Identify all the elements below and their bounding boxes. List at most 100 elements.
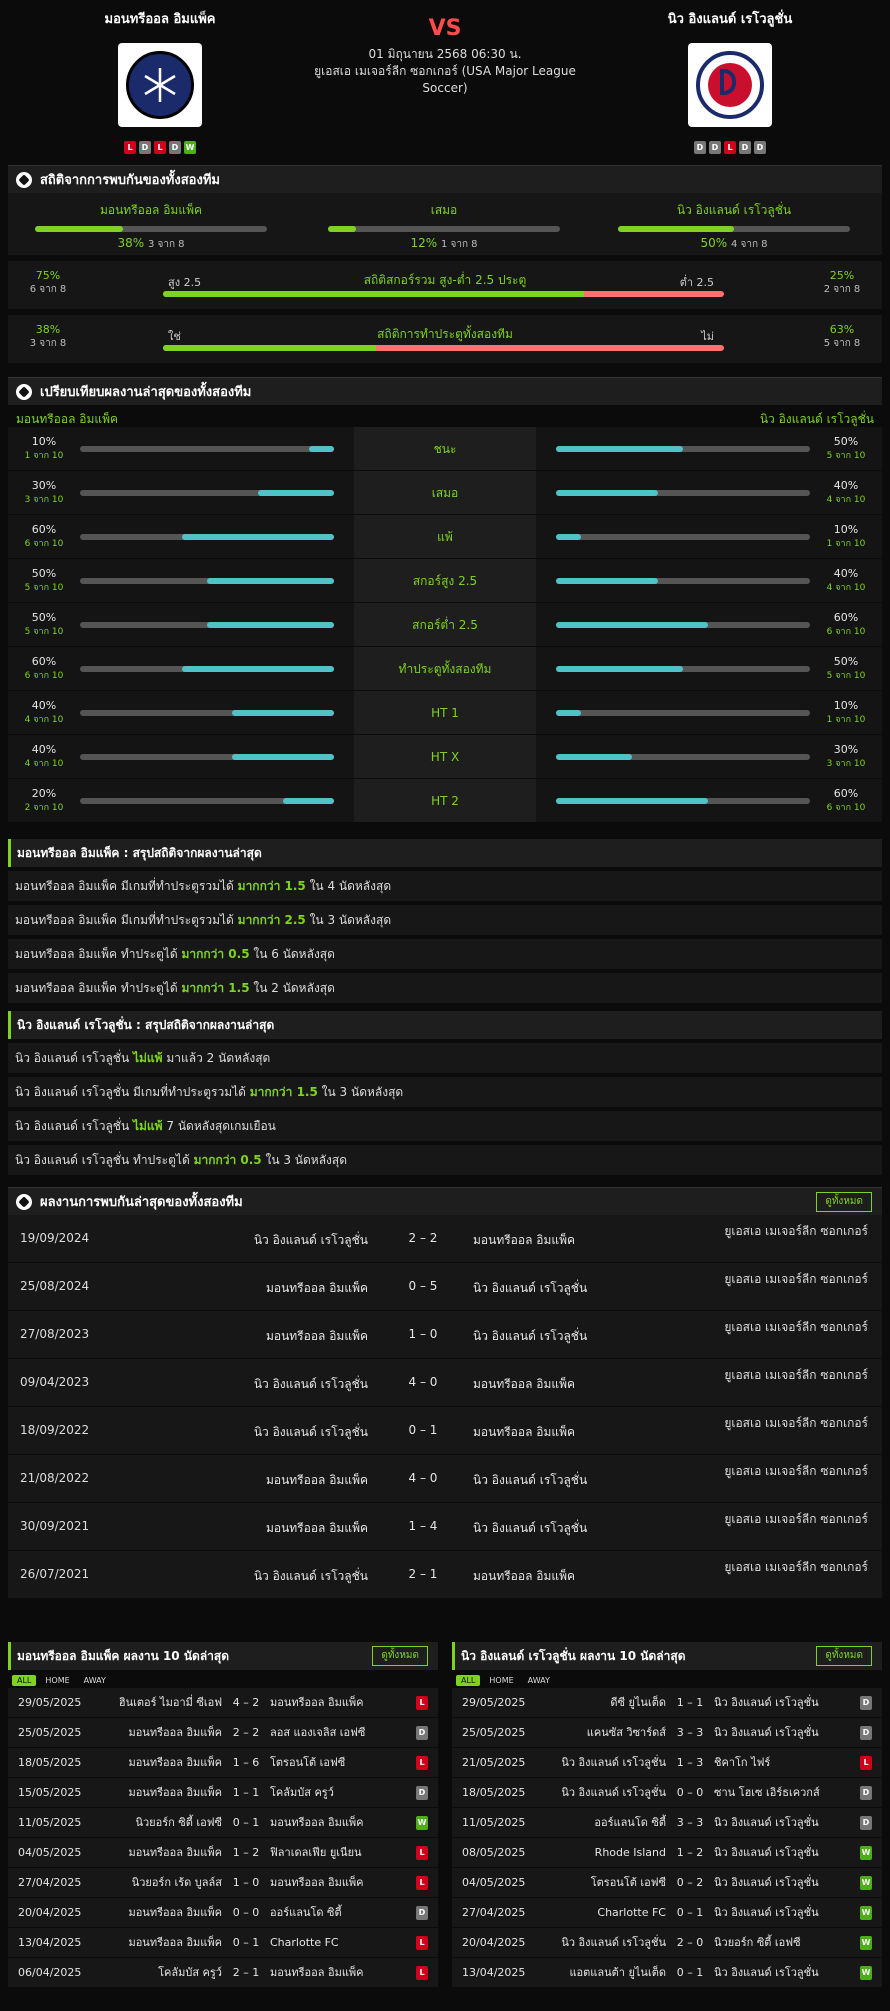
home-pct: 50% 5 จาก 10	[24, 567, 64, 593]
home-last10-header: มอนทรีออล อิมแพ็ค ผลงาน 10 นัดล่าสุด ดูท…	[8, 1642, 438, 1670]
match-row[interactable]: 08/05/2025 Rhode Island 1 – 2 นิว อิงแลนด์ …	[452, 1838, 882, 1868]
match-row[interactable]: 13/04/2025 แอตแลนต้า ยูไนเต็ด 0 – 1 นิว อิง…	[452, 1958, 882, 1988]
home-pct: 10% 1 จาก 10	[24, 435, 64, 461]
compare-row: 50% 5 จาก 10 สกอร์สูง 2.5 40% 4 จาก 10	[8, 559, 882, 603]
away-last10-view-all-button[interactable]: ดูทั้งหมด	[816, 1646, 872, 1666]
filter-tab-all[interactable]: ALL	[12, 1674, 37, 1686]
match-date: 27/04/2025	[462, 1906, 526, 1919]
result-league: ยูเอสเอ เมเจอร์ลีก ซอกเกอร์	[724, 1560, 868, 1574]
result-score: 1 – 4	[408, 1519, 438, 1533]
match-row[interactable]: 25/05/2025 มอนทรีออล อิมแพ็ค 2 – 2 ลอส แองเ…	[8, 1718, 438, 1748]
match-row[interactable]: 21/05/2025 นิว อิงแลนด์ เรโวลูชั่น 1 – 3 ชิ…	[452, 1748, 882, 1778]
h2h-result-row[interactable]: 30/09/2021 มอนทรีออล อิมแพ็ค 1 – 4 นิว อิงแ…	[8, 1503, 882, 1551]
match-away: ออร์แลนโด ซิตี้	[270, 1906, 342, 1919]
match-row[interactable]: 13/04/2025 มอนทรีออล อิมแพ็ค 0 – 1 Charlott…	[8, 1928, 438, 1958]
match-row[interactable]: 18/05/2025 มอนทรีออล อิมแพ็ค 1 – 6 โตรอนโต้…	[8, 1748, 438, 1778]
compare-row: 30% 3 จาก 10 เสมอ 40% 4 จาก 10	[8, 471, 882, 515]
home-bar	[80, 622, 334, 628]
home-pct: 40% 4 จาก 10	[24, 699, 64, 725]
result-badge: W	[860, 1846, 872, 1860]
compare-label: ทำประตูทั้งสองทีม	[354, 647, 536, 690]
home-pct: 60% 6 จาก 10	[24, 655, 64, 681]
home-streaks-list: มอนทรีออล อิมแพ็ค มีเกมที่ทำประตูรวมได้ …	[0, 871, 890, 1003]
filter-tab-home[interactable]: HOME	[484, 1675, 518, 1686]
filter-tab-home[interactable]: HOME	[40, 1675, 74, 1686]
match-row[interactable]: 29/05/2025 ฮินเตอร์ ไมอามี่ ซีเอฟ 4 – 2 มอน…	[8, 1688, 438, 1718]
match-row[interactable]: 25/05/2025 แคนซัส วิซาร์ดส์ 3 – 3 นิว อิงแล…	[452, 1718, 882, 1748]
over-under-row: 75% 6 จาก 8 สูง 2.5 สถิติสกอร์รวม สูง-ต่ำ…	[8, 261, 882, 309]
home-last10-view-all-button[interactable]: ดูทั้งหมด	[372, 1646, 428, 1666]
result-badge: D	[416, 1786, 428, 1800]
h2h-result-row[interactable]: 21/08/2022 มอนทรีออล อิมแพ็ค 4 – 0 นิว อิงแ…	[8, 1455, 882, 1503]
match-row[interactable]: 06/04/2025 โคลัมบัส ครูว์ 2 – 1 มอนทรีออล อ…	[8, 1958, 438, 1988]
match-row[interactable]: 20/04/2025 มอนทรีออล อิมแพ็ค 0 – 0 ออร์แลนโ…	[8, 1898, 438, 1928]
filter-tab-away[interactable]: AWAY	[79, 1675, 111, 1686]
streak-row: มอนทรีออล อิมแพ็ค มีเกมที่ทำประตูรวมได้ …	[8, 905, 882, 935]
match-row[interactable]: 11/05/2025 นิวยอร์ก ซิตี้ เอฟซี 0 – 1 มอนทร…	[8, 1808, 438, 1838]
match-score: 1 – 0	[232, 1876, 260, 1889]
h2h-result-row[interactable]: 09/04/2023 นิว อิงแลนด์ เรโวลูชั่น 4 – 0 มอ…	[8, 1359, 882, 1407]
result-score: 2 – 1	[408, 1567, 438, 1581]
result-score: 2 – 2	[408, 1231, 438, 1245]
away-bar	[556, 622, 810, 628]
match-row[interactable]: 29/05/2025 ดีซี ยูไนเต็ด 1 – 1 นิว อิงแลนด์…	[452, 1688, 882, 1718]
match-home: มอนทรีออล อิมแพ็ค	[128, 1786, 222, 1799]
match-away: มอนทรีออล อิมแพ็ค	[270, 1696, 364, 1709]
match-away: นิว อิงแลนด์ เรโวลูชั่น	[714, 1696, 819, 1709]
result-badge: W	[416, 1816, 428, 1830]
match-row[interactable]: 15/05/2025 มอนทรีออล อิมแพ็ค 1 – 1 โคลัมบัส…	[8, 1778, 438, 1808]
match-row[interactable]: 04/05/2025 มอนทรีออล อิมแพ็ค 1 – 2 ฟิลาเดลเ…	[8, 1838, 438, 1868]
home-last10-panel: มอนทรีออล อิมแพ็ค ผลงาน 10 นัดล่าสุด ดูท…	[8, 1642, 438, 1988]
form-badge: L	[724, 141, 736, 154]
match-row[interactable]: 18/05/2025 นิว อิงแลนด์ เรโวลูชั่น 0 – 0 ซา…	[452, 1778, 882, 1808]
home-bar	[80, 666, 334, 672]
result-badge: L	[416, 1696, 428, 1710]
h2h-result-row[interactable]: 27/08/2023 มอนทรีออล อิมแพ็ค 1 – 0 นิว อิงแ…	[8, 1311, 882, 1359]
h2h-result-row[interactable]: 19/09/2024 นิว อิงแลนด์ เรโวลูชั่น 2 – 2 มอ…	[8, 1215, 882, 1263]
h2h-result-row[interactable]: 26/07/2021 นิว อิงแลนด์ เรโวลูชั่น 2 – 1 มอ…	[8, 1551, 882, 1599]
away-team[interactable]: นิว อิงแลนด์ เรโวลูชั่น DDLDD	[620, 8, 840, 154]
match-row[interactable]: 04/05/2025 โตรอนโต้ เอฟซี 0 – 2 นิว อิงแลนด…	[452, 1868, 882, 1898]
away-team-name[interactable]: นิว อิงแลนด์ เรโวลูชั่น	[620, 8, 840, 29]
result-home: มอนทรีออล อิมแพ็ค	[265, 1329, 368, 1343]
compare-label: HT 2	[354, 779, 536, 822]
match-away: นิว อิงแลนด์ เรโวลูชั่น	[714, 1846, 819, 1859]
match-away: มอนทรีออล อิมแพ็ค	[270, 1966, 364, 1979]
match-row[interactable]: 27/04/2025 Charlotte FC 0 – 1 นิว อิงแลนด์ …	[452, 1898, 882, 1928]
match-date: 25/05/2025	[18, 1726, 82, 1739]
match-row[interactable]: 11/05/2025 ออร์แลนโด ซิตี้ 3 – 3 นิว อิงแลน…	[452, 1808, 882, 1838]
h2h-result-row[interactable]: 25/08/2024 มอนทรีออล อิมแพ็ค 0 – 5 นิว อิงแ…	[8, 1263, 882, 1311]
away-pct: 10% 1 จาก 10	[826, 699, 866, 725]
result-home: นิว อิงแลนด์ เรโวลูชั่น	[253, 1233, 368, 1247]
filter-tab-all[interactable]: ALL	[456, 1674, 481, 1686]
streak-row: นิว อิงแลนด์ เรโวลูชั่น ไม่แพ้ 7 นัดหลัง…	[8, 1111, 882, 1141]
match-home: โคลัมบัส ครูว์	[158, 1966, 222, 1979]
football-icon	[16, 171, 32, 188]
h2h-results-list: 19/09/2024 นิว อิงแลนด์ เรโวลูชั่น 2 – 2 มอ…	[0, 1215, 890, 1599]
match-date: 20/04/2025	[18, 1906, 82, 1919]
compare-row: 40% 4 จาก 10 HT X 30% 3 จาก 10	[8, 735, 882, 779]
result-home: มอนทรีออล อิมแพ็ค	[265, 1521, 368, 1535]
away-form-row: DDLDD	[620, 141, 840, 154]
match-score: 1 – 1	[232, 1786, 260, 1799]
compare-label: สกอร์สูง 2.5	[354, 559, 536, 602]
match-row[interactable]: 20/04/2025 นิว อิงแลนด์ เรโวลูชั่น 2 – 0 นิ…	[452, 1928, 882, 1958]
h2h-view-all-button[interactable]: ดูทั้งหมด	[816, 1192, 872, 1212]
match-away: ฟิลาเดลเฟีย ยูเนียน	[270, 1846, 362, 1859]
result-away: มอนทรีออล อิมแพ็ค	[473, 1425, 576, 1439]
match-away: นิวยอร์ก ซิตี้ เอฟซี	[714, 1936, 801, 1949]
match-row[interactable]: 27/04/2025 นิวยอร์ก เร้ด บูลล์ส 1 – 0 มอนทร…	[8, 1868, 438, 1898]
h2h-result-row[interactable]: 18/09/2022 นิว อิงแลนด์ เรโวลูชั่น 0 – 1 มอ…	[8, 1407, 882, 1455]
match-league[interactable]: ยูเอสเอ เมเจอร์ลีก ซอกเกอร์ (USA Major L…	[310, 63, 580, 97]
filter-tab-away[interactable]: AWAY	[523, 1675, 555, 1686]
form-badge: L	[124, 141, 136, 154]
h2h-results-header: ผลงานการพบกันล่าสุดของทั้งสองทีม ดูทั้งห…	[8, 1187, 882, 1215]
result-away: นิว อิงแลนด์ เรโวลูชั่น	[473, 1473, 588, 1487]
match-header: มอนทรีออล อิมแพ็ค LDLDW VS 01 มิถุนายน 2…	[0, 0, 890, 165]
match-date: 21/05/2025	[462, 1756, 526, 1769]
home-team[interactable]: มอนทรีออล อิมแพ็ค LDLDW	[50, 8, 270, 154]
match-home: มอนทรีออล อิมแพ็ค	[128, 1726, 222, 1739]
match-home: แคนซัส วิซาร์ดส์	[586, 1726, 666, 1739]
home-pct: 30% 3 จาก 10	[24, 479, 64, 505]
home-team-name[interactable]: มอนทรีออล อิมแพ็ค	[50, 8, 270, 29]
